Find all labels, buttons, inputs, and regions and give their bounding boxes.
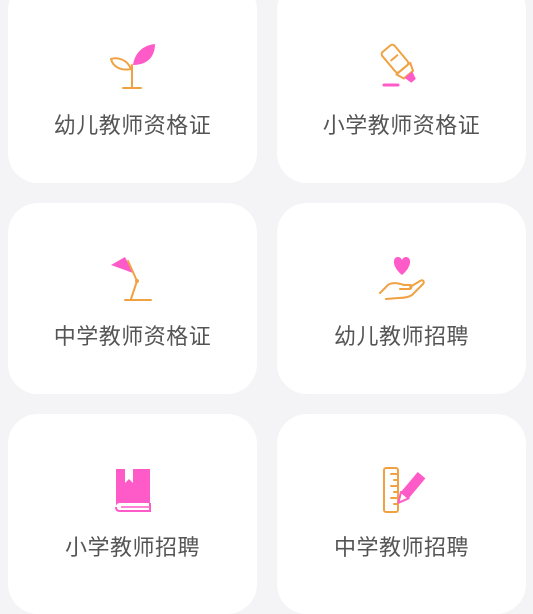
card-label: 幼儿教师招聘: [333, 325, 469, 350]
card-label: 小学教师资格证: [322, 114, 481, 139]
sprout-icon: [107, 41, 159, 93]
card-label: 中学教师招聘: [333, 536, 469, 561]
card-middle-teacher-recruitment[interactable]: 中学教师招聘: [277, 414, 526, 614]
ruler-pencil-icon: [376, 465, 428, 517]
heart-in-hand-icon: [376, 253, 428, 305]
desk-lamp-icon: [107, 253, 159, 305]
card-kindergarten-teacher-certificate[interactable]: 幼儿教师资格证: [8, 0, 257, 183]
card-middle-teacher-certificate[interactable]: 中学教师资格证: [8, 203, 257, 394]
card-kindergarten-teacher-recruitment[interactable]: 幼儿教师招聘: [277, 203, 526, 394]
card-label: 中学教师资格证: [53, 325, 212, 350]
card-primary-teacher-certificate[interactable]: 小学教师资格证: [277, 0, 526, 183]
card-label: 幼儿教师资格证: [53, 114, 212, 139]
card-label: 小学教师招聘: [64, 536, 200, 561]
highlighter-icon: [376, 41, 428, 93]
card-primary-teacher-recruitment[interactable]: 小学教师招聘: [8, 414, 257, 614]
bookmark-book-icon: [107, 465, 159, 517]
